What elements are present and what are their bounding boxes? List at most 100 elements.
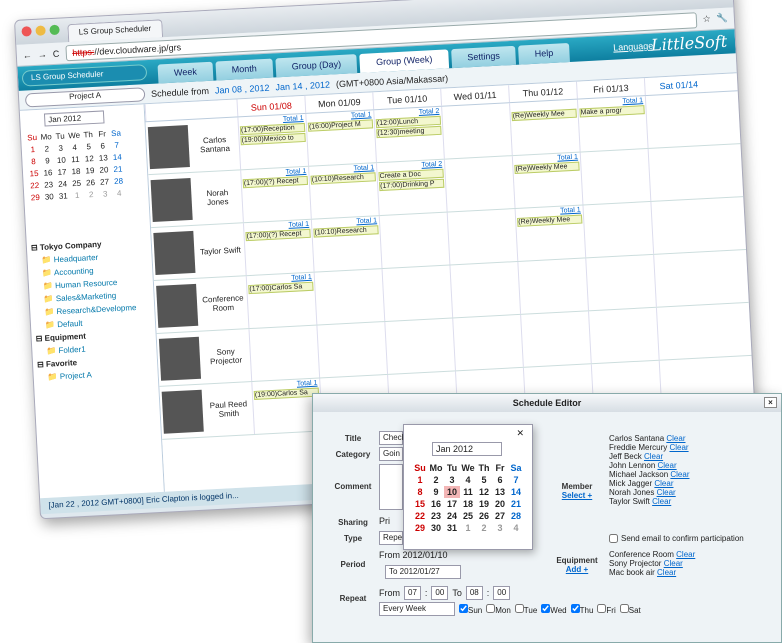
calendar-day[interactable]: 1 xyxy=(25,143,40,156)
calendar-day[interactable]: 23 xyxy=(41,178,56,191)
calendar-day[interactable]: 1 xyxy=(460,522,476,534)
tree-item[interactable]: ⊟ Tokyo Company xyxy=(31,237,147,253)
schedule-cell[interactable]: Total 1 (17:00)(?) Recept xyxy=(242,219,314,276)
repeat-day-wed[interactable]: Wed xyxy=(541,603,567,615)
tree-item[interactable]: 📁 Sales&Marketing xyxy=(33,289,149,304)
calendar-day[interactable]: 19 xyxy=(476,498,492,510)
min-dot[interactable] xyxy=(35,25,46,36)
schedule-cell[interactable]: Total 1 (Re)Weekly Mee xyxy=(514,205,586,261)
schedule-cell[interactable]: Total 1 (17:00)Carlos Sa xyxy=(245,272,317,329)
schedule-cell[interactable] xyxy=(585,254,656,311)
calendar-day[interactable]: 30 xyxy=(42,190,57,203)
calendar-day[interactable]: 3 xyxy=(53,141,68,154)
reload-icon[interactable]: C xyxy=(53,48,60,58)
event-item[interactable]: (16:00)Project M xyxy=(307,119,374,132)
schedule-cell[interactable] xyxy=(384,318,455,374)
calendar-day[interactable]: 2 xyxy=(84,188,99,201)
schedule-cell[interactable] xyxy=(446,209,518,265)
event-item[interactable]: (Re)Weekly Mee xyxy=(511,108,577,122)
schedule-cell[interactable] xyxy=(655,304,727,360)
clear-link[interactable]: Clear xyxy=(657,488,676,497)
calendar-day[interactable]: 17 xyxy=(444,498,460,510)
calendar-day[interactable]: 13 xyxy=(96,151,111,164)
total-link[interactable]: Total 1 xyxy=(353,164,374,172)
schedule-cell[interactable] xyxy=(650,198,722,254)
select-member-link[interactable]: Select + xyxy=(562,491,592,500)
title-field[interactable]: Check xyxy=(379,431,406,445)
row-owner[interactable]: Sony Projector xyxy=(157,329,252,386)
picker-month[interactable]: Jan 2012 xyxy=(432,442,502,456)
tree-item[interactable]: 📁 Folder1 xyxy=(36,341,152,356)
tree-item[interactable]: 📁 Project A xyxy=(38,367,154,382)
calendar-day[interactable]: 7 xyxy=(508,474,524,486)
period-to[interactable]: To 2012/01/27 xyxy=(385,565,461,579)
schedule-cell[interactable] xyxy=(582,201,654,258)
calendar-day[interactable]: 29 xyxy=(412,522,428,534)
tree-item[interactable]: ⊟ Favorite xyxy=(37,354,153,369)
clear-link[interactable]: Clear xyxy=(670,470,689,479)
total-link[interactable]: Total 2 xyxy=(421,161,442,169)
calendar-day[interactable]: 19 xyxy=(83,164,98,177)
clear-link[interactable]: Clear xyxy=(666,434,685,443)
repeat-day-sat[interactable]: Sat xyxy=(619,603,641,615)
schedule-cell[interactable] xyxy=(316,322,388,378)
calendar-day[interactable]: 28 xyxy=(508,510,524,522)
total-link[interactable]: Total 1 xyxy=(286,168,307,176)
add-equipment-link[interactable]: Add + xyxy=(566,565,588,574)
calendar-day[interactable]: 22 xyxy=(27,179,42,192)
calendar-day[interactable]: 3 xyxy=(444,474,460,486)
calendar-day[interactable]: 24 xyxy=(444,510,460,522)
event-item[interactable]: (19:00)Mexico to xyxy=(240,132,306,146)
clear-link[interactable]: Clear xyxy=(664,559,683,568)
schedule-cell[interactable] xyxy=(452,314,523,371)
calendar-day[interactable]: 18 xyxy=(69,165,84,178)
calendar-day[interactable]: 7 xyxy=(109,138,124,151)
comment-field[interactable] xyxy=(379,464,403,510)
row-owner[interactable]: Conference Room xyxy=(154,276,249,333)
total-link[interactable]: Total 1 xyxy=(351,111,372,119)
calendar-day[interactable]: 31 xyxy=(444,522,460,534)
schedule-cell[interactable] xyxy=(248,325,320,382)
calendar-day[interactable]: 9 xyxy=(40,154,55,167)
schedule-cell[interactable]: (Re)Weekly Mee xyxy=(509,99,580,156)
calendar-day[interactable]: 18 xyxy=(460,498,476,510)
project-select[interactable]: Project A xyxy=(24,86,146,108)
calendar-day[interactable]: 12 xyxy=(476,486,492,498)
back-icon[interactable]: ← xyxy=(23,50,33,60)
max-dot[interactable] xyxy=(49,24,60,36)
calendar-day[interactable]: 29 xyxy=(28,191,43,204)
event-item[interactable]: (17:00)(?) Recept xyxy=(245,228,311,242)
repeat-day-fri[interactable]: Fri xyxy=(597,603,616,615)
calendar-day[interactable]: 26 xyxy=(476,510,492,522)
wrench-icon[interactable]: 🔧 xyxy=(716,13,728,25)
tree-item[interactable]: 📁 Headquarter xyxy=(31,250,147,265)
event-item[interactable]: (19:00)Carlos Sa xyxy=(253,387,320,400)
calendar-day[interactable]: 14 xyxy=(508,486,524,498)
day-header[interactable]: Sat 01/14 xyxy=(643,74,713,96)
schedule-cell[interactable]: Total 1 (10:10)Research xyxy=(310,216,382,272)
calendar-day[interactable]: 4 xyxy=(460,474,476,486)
day-header[interactable]: Wed 01/11 xyxy=(440,85,509,106)
calendar-day[interactable]: 14 xyxy=(110,150,125,163)
calendar-day[interactable]: 4 xyxy=(112,186,127,199)
total-link[interactable]: Total 1 xyxy=(560,207,581,215)
app-select[interactable]: LS Group Scheduler xyxy=(21,64,148,87)
event-item[interactable]: Make a progr xyxy=(579,105,645,118)
calendar-day[interactable]: 28 xyxy=(111,174,126,187)
calendar-day[interactable]: 15 xyxy=(27,167,42,180)
schedule-cell[interactable] xyxy=(644,92,716,149)
calendar-day[interactable]: 24 xyxy=(55,177,70,190)
calendar-day[interactable]: 2 xyxy=(428,474,444,486)
calendar-day[interactable]: 23 xyxy=(428,510,444,522)
from-date[interactable]: Jan 08 , 2012 xyxy=(215,82,270,95)
category-select[interactable]: Goin xyxy=(379,447,403,461)
repeat-day-sun[interactable]: Sun xyxy=(459,603,482,615)
type-select[interactable]: Repe xyxy=(379,531,403,545)
event-item[interactable]: (Re)Weekly Mee xyxy=(514,161,580,175)
from-min[interactable]: 00 xyxy=(431,586,449,600)
language-link[interactable]: Language xyxy=(613,41,654,53)
row-owner[interactable]: Paul Reed Smith xyxy=(159,382,254,439)
clear-link[interactable]: Clear xyxy=(658,461,677,470)
calendar-day[interactable]: 2 xyxy=(476,522,492,534)
calendar-day[interactable]: 25 xyxy=(460,510,476,522)
